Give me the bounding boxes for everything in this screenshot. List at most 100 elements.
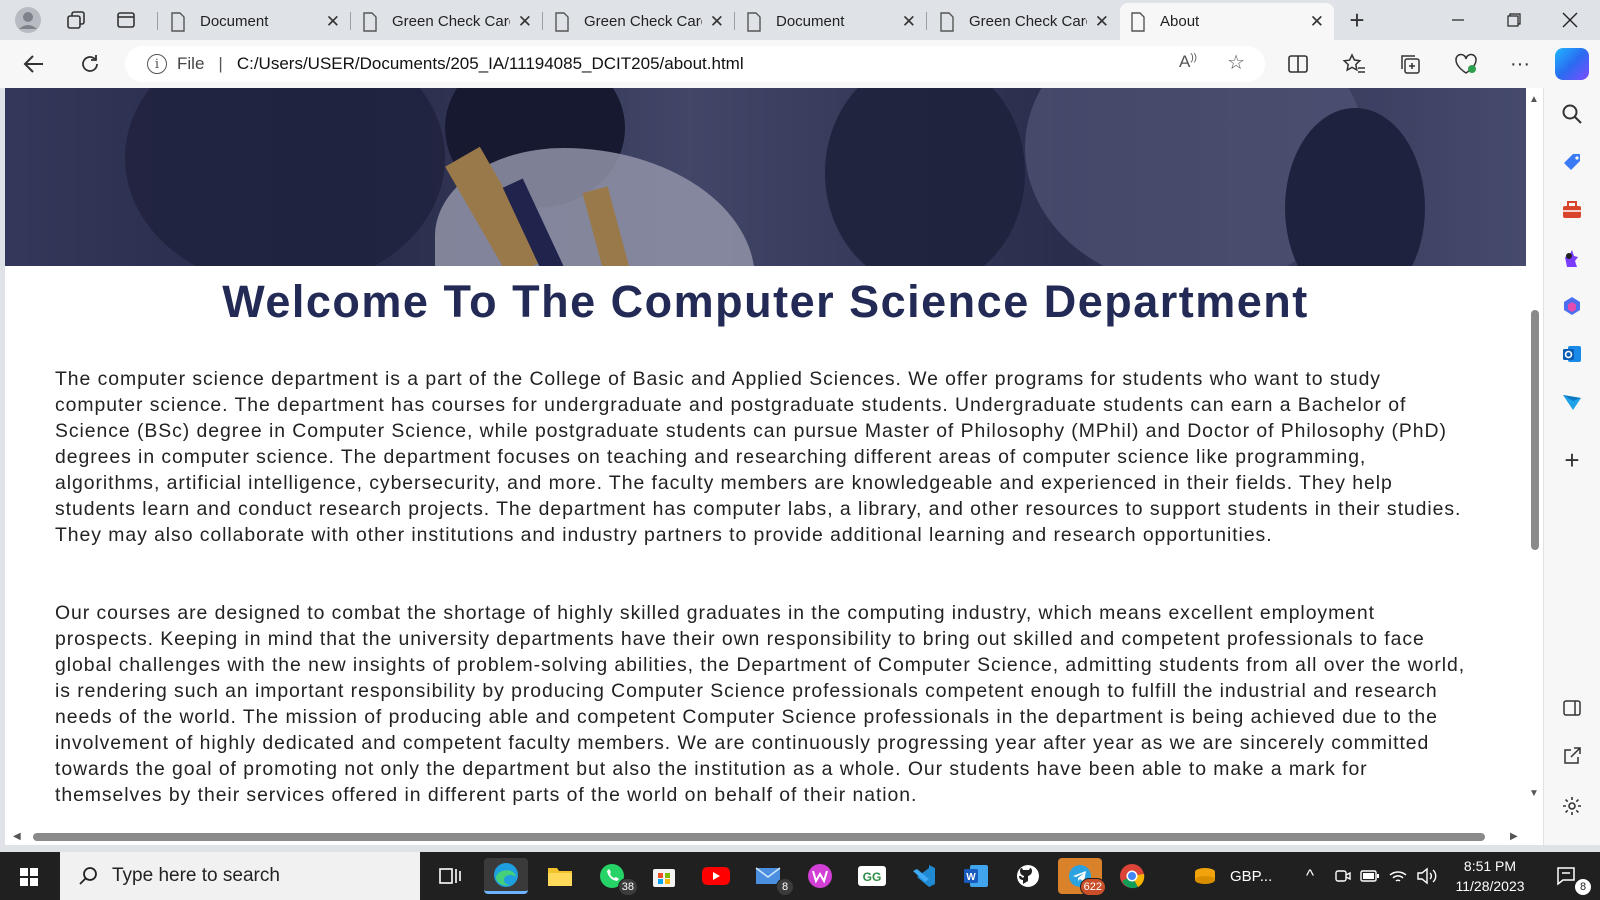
page-icon [747, 11, 761, 32]
svg-text:W: W [966, 872, 976, 883]
close-tab-icon[interactable]: ✕ [1310, 12, 1324, 32]
scheme-label: File [177, 54, 205, 73]
read-aloud-icon[interactable]: A)) [1179, 52, 1197, 72]
search-placeholder: Type here to search [112, 865, 280, 886]
volume-icon[interactable] [1416, 852, 1438, 900]
tab-label: Green Check Card [584, 13, 702, 30]
collections-icon[interactable] [1392, 48, 1428, 80]
windows-start-icon[interactable] [12, 864, 46, 890]
favorite-star-icon[interactable]: ☆ [1227, 50, 1245, 75]
toolbox-icon[interactable] [1556, 194, 1588, 226]
settings-gear-icon[interactable] [1556, 790, 1588, 822]
svg-text:GG: GG [863, 870, 882, 884]
show-hidden-icons[interactable]: ^ [1306, 852, 1314, 900]
chrome-icon[interactable] [1110, 858, 1154, 894]
divider: | [218, 54, 223, 73]
tab-document-2[interactable]: Document ✕ [736, 3, 926, 40]
page-icon [555, 11, 569, 32]
scroll-right-icon[interactable]: ▶ [1510, 831, 1518, 842]
youtube-icon[interactable] [694, 858, 738, 894]
info-icon[interactable]: i [147, 54, 167, 74]
task-view-icon[interactable] [428, 858, 472, 894]
restore-button[interactable] [1486, 0, 1542, 40]
telegram-badge: 622 [1079, 878, 1106, 896]
page-icon [940, 11, 954, 32]
shopping-tag-icon[interactable] [1556, 146, 1588, 178]
tab-green-check-card-2[interactable]: Green Check Card ✕ [544, 3, 734, 40]
browser-essentials-icon[interactable] [1448, 48, 1484, 80]
scroll-left-icon[interactable]: ◀ [13, 831, 21, 842]
tab-label: Document [776, 13, 845, 30]
wifi-icon[interactable] [1388, 852, 1408, 900]
search-icon[interactable] [1556, 98, 1588, 130]
intro-paragraph: The computer science department is a par… [55, 368, 1462, 546]
split-screen-icon[interactable] [1280, 48, 1316, 80]
telegram-icon[interactable]: 622 [1058, 858, 1106, 896]
page-title: Welcome To The Computer Science Departme… [222, 276, 1309, 327]
page-icon [171, 11, 185, 32]
vertical-scrollbar[interactable]: ▲ ▼ [1526, 88, 1543, 845]
scroll-down-icon[interactable]: ▼ [1529, 788, 1539, 799]
currency-widget[interactable]: GBP... [1192, 852, 1272, 900]
battery-icon[interactable] [1360, 852, 1380, 900]
tab-document-1[interactable]: Document ✕ [160, 3, 350, 40]
currency-label: GBP... [1230, 867, 1273, 885]
refresh-button[interactable] [72, 48, 108, 80]
clock-time: 8:51 PM [1463, 858, 1517, 874]
tab-green-check-card-3[interactable]: Green Check Card ✕ [929, 3, 1119, 40]
courses-paragraph: Our courses are designed to combat the s… [55, 602, 1466, 806]
address-bar[interactable]: i File | C:/Users/USER/Documents/205_IA/… [125, 46, 1265, 82]
tab-label: Green Check Card [969, 13, 1087, 30]
open-external-icon[interactable] [1556, 740, 1588, 772]
url-text[interactable]: C:/Users/USER/Documents/205_IA/11194085_… [237, 54, 744, 74]
mail-icon[interactable]: 8 [746, 858, 794, 896]
minimize-button[interactable] [1430, 0, 1486, 40]
more-menu-icon[interactable]: ··· [1502, 48, 1538, 80]
microsoft-365-icon[interactable] [1556, 290, 1588, 322]
hero-image [5, 88, 1526, 266]
office-w-icon[interactable] [798, 858, 842, 894]
edge-app-icon[interactable] [484, 858, 528, 894]
whatsapp-icon[interactable]: 38 [590, 858, 638, 896]
close-tab-icon[interactable]: ✕ [710, 12, 724, 32]
notification-center-icon[interactable]: 8 [1544, 858, 1592, 896]
hide-sidebar-icon[interactable] [1556, 692, 1588, 724]
close-tab-icon[interactable]: ✕ [902, 12, 916, 32]
close-tab-icon[interactable]: ✕ [326, 12, 340, 32]
meet-now-icon[interactable] [1334, 852, 1352, 900]
profile-icon[interactable] [12, 4, 44, 36]
workspaces-icon[interactable] [60, 4, 92, 36]
word-icon[interactable]: W [954, 858, 998, 894]
geeksforgeeks-icon[interactable]: GG [850, 858, 894, 894]
taskbar-search-box[interactable]: Type here to search [60, 852, 420, 900]
tab-actions-icon[interactable] [110, 4, 142, 36]
tab-label: Document [200, 13, 269, 30]
tab-green-check-card-1[interactable]: Green Check Card ✕ [352, 3, 542, 40]
vertical-scroll-thumb[interactable] [1531, 310, 1539, 550]
scroll-up-icon[interactable]: ▲ [1529, 94, 1539, 105]
games-icon[interactable] [1556, 242, 1588, 274]
vscode-icon[interactable] [902, 858, 946, 894]
tab-bar: Document ✕ Green Check Card ✕ Green Chec… [0, 0, 1600, 40]
drop-icon[interactable] [1556, 386, 1588, 418]
microsoft-store-icon[interactable] [642, 858, 686, 894]
outlook-icon[interactable] [1556, 338, 1588, 370]
notification-badge: 8 [1574, 878, 1592, 896]
close-tab-icon[interactable]: ✕ [518, 12, 532, 32]
close-tab-icon[interactable]: ✕ [1095, 12, 1109, 32]
add-sidebar-app-button[interactable]: + [1556, 444, 1588, 476]
favorites-icon[interactable] [1336, 48, 1372, 80]
back-button[interactable] [16, 48, 52, 80]
new-tab-button[interactable]: + [1341, 4, 1373, 36]
file-explorer-icon[interactable] [538, 858, 582, 894]
github-icon[interactable] [1006, 858, 1050, 894]
taskbar: Type here to search 38 8 GG W 622 GBP...… [0, 852, 1600, 900]
copilot-icon[interactable] [1555, 48, 1589, 80]
system-clock[interactable]: 8:51 PM 11/28/2023 [1452, 856, 1528, 896]
tab-about[interactable]: About ✕ [1120, 3, 1334, 40]
page-icon [1131, 11, 1145, 32]
horizontal-scroll-thumb[interactable] [33, 833, 1485, 841]
close-window-button[interactable] [1542, 0, 1598, 40]
horizontal-scrollbar[interactable]: ◀ ▶ [5, 829, 1526, 845]
toolbar: i File | C:/Users/USER/Documents/205_IA/… [0, 40, 1600, 88]
